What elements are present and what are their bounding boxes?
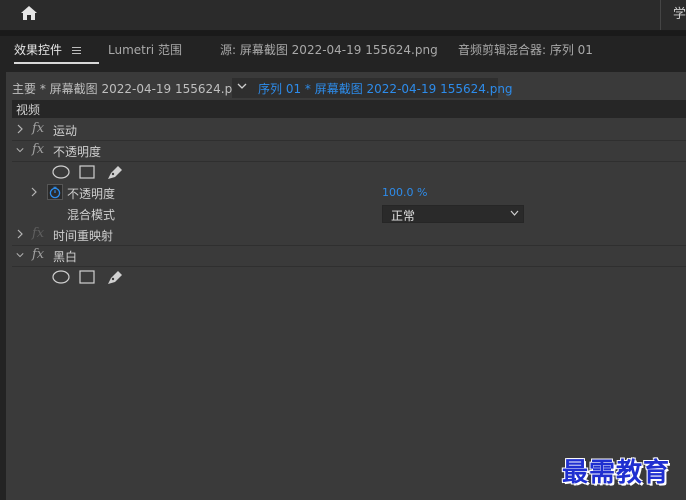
fx-icon[interactable]: fx	[32, 142, 44, 157]
effect-name: 黑白	[53, 250, 78, 264]
tab-effect-controls[interactable]: 效果控件	[14, 41, 99, 64]
tab-source[interactable]: 源: 屏幕截图 2022-04-19 155624.png	[220, 41, 438, 58]
fx-icon[interactable]: fx	[32, 121, 44, 136]
opacity-property-row[interactable]: 不透明度 100.0 %	[12, 183, 686, 203]
effect-name: 运动	[53, 124, 78, 138]
sequence-clip-label: 序列 01 * 屏幕截图 2022-04-19 155624.png	[258, 82, 513, 96]
blend-mode-value: 正常	[391, 209, 416, 223]
video-section-header: 视频	[12, 100, 686, 118]
chevron-down-icon	[237, 83, 247, 89]
chevron-right-icon[interactable]	[30, 187, 38, 197]
opacity-mask-tools	[12, 162, 686, 182]
pen-mask-icon[interactable]	[108, 166, 122, 179]
sequence-clip-selector[interactable]: 序列 01 * 屏幕截图 2022-04-19 155624.png	[232, 78, 513, 98]
blend-mode-label: 混合模式	[67, 208, 116, 222]
chevron-down-icon[interactable]	[16, 250, 24, 260]
fx-icon: fx	[32, 226, 45, 241]
video-section-label: 视频	[16, 103, 41, 117]
chevron-down-icon	[510, 210, 519, 216]
chevron-down-icon[interactable]	[16, 145, 24, 155]
stopwatch-icon[interactable]	[47, 184, 63, 200]
chevron-right-icon[interactable]	[16, 229, 24, 239]
top-bar-divider	[660, 0, 661, 30]
effect-name: 不透明度	[53, 145, 102, 159]
tab-lumetri-scopes[interactable]: Lumetri 范围	[108, 41, 182, 58]
tab-effect-controls-label: 效果控件	[14, 43, 63, 57]
panel-menu-icon[interactable]	[71, 45, 81, 56]
ellipse-mask-icon[interactable]	[52, 165, 70, 179]
home-icon[interactable]	[18, 4, 40, 22]
property-name: 不透明度	[67, 187, 116, 201]
clip-selector-bar: 主要 * 屏幕截图 2022-04-19 155624.png 序列 01 * …	[6, 78, 686, 98]
fx-icon[interactable]: fx	[32, 247, 44, 262]
bw-mask-tools	[12, 267, 686, 287]
effect-row-time-remap[interactable]: fx 时间重映射	[12, 225, 686, 246]
effect-controls-panel: 主要 * 屏幕截图 2022-04-19 155624.png 序列 01 * …	[0, 72, 686, 500]
blend-mode-row: 混合模式 正常	[12, 204, 686, 224]
pen-mask-icon[interactable]	[108, 271, 122, 284]
blend-mode-select[interactable]: 正常	[382, 205, 524, 223]
panel-tab-bar: 效果控件 Lumetri 范围 源: 屏幕截图 2022-04-19 15562…	[0, 36, 686, 64]
opacity-value[interactable]: 100.0 %	[382, 186, 427, 199]
chevron-right-icon[interactable]	[16, 124, 24, 134]
effect-row-motion[interactable]: fx 运动	[12, 120, 686, 141]
effect-name: 时间重映射	[53, 229, 114, 243]
master-clip-label[interactable]: 主要 * 屏幕截图 2022-04-19 155624.png	[12, 80, 247, 97]
tab-audio-clip-mixer[interactable]: 音频剪辑混合器: 序列 01	[458, 41, 593, 58]
watermark-logo: 最需教育	[562, 458, 671, 488]
workspace-tab-partial[interactable]: 学	[673, 3, 686, 22]
rectangle-mask-icon[interactable]	[79, 270, 95, 284]
ellipse-mask-icon[interactable]	[52, 270, 70, 284]
effect-row-black-white[interactable]: fx 黑白	[12, 246, 686, 267]
effect-row-opacity[interactable]: fx 不透明度	[12, 141, 686, 162]
rectangle-mask-icon[interactable]	[79, 165, 95, 179]
top-bar: 学	[0, 0, 686, 31]
